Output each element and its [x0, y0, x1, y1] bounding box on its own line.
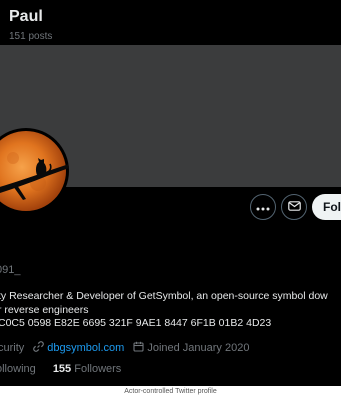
header-post-count: 151 posts	[9, 31, 53, 42]
more-icon	[256, 198, 270, 216]
followers-label: Followers	[74, 363, 122, 375]
joined-text: Joined January 2020	[147, 342, 250, 354]
profile-header-bar: Paul 151 posts	[0, 0, 341, 48]
location-text: curity	[0, 342, 25, 354]
followers-count: 155	[52, 363, 72, 375]
bio-line: ty Researcher & Developer of GetSymbol, …	[0, 290, 328, 302]
profile-meta: curity dbgsymbol.com Joined January 2020	[0, 341, 249, 355]
more-button[interactable]	[250, 194, 276, 220]
joined-date: Joined January 2020	[133, 341, 249, 355]
message-button[interactable]	[281, 194, 307, 220]
website-link[interactable]: dbgsymbol.com	[33, 341, 124, 355]
follow-stats: ollowing 155 Followers	[0, 363, 121, 375]
follow-button-label: Foll	[323, 200, 341, 214]
header-display-name: Paul	[9, 8, 43, 25]
link-icon	[33, 341, 45, 355]
profile-screenshot: Paul 151 posts Fol 91_ ty Researcher & D…	[0, 0, 341, 386]
website-link-text: dbgsymbol.com	[47, 342, 125, 354]
profile-bio: ty Researcher & Developer of GetSymbol, …	[0, 290, 328, 331]
following-link[interactable]: ollowing	[0, 363, 36, 375]
calendar-icon	[133, 341, 144, 355]
followers-link[interactable]: 155 Followers	[53, 363, 122, 375]
follow-button[interactable]: Foll	[312, 194, 341, 220]
bio-line: C0C5 0598 E82E 6695 321F 9AE1 8447 6F1B …	[0, 317, 272, 329]
figure-caption: Actor-controlled Twitter profile	[124, 388, 217, 395]
profile-handle: 091_	[0, 264, 21, 276]
mail-icon	[287, 198, 301, 216]
bio-line: r reverse engineers	[0, 303, 89, 316]
